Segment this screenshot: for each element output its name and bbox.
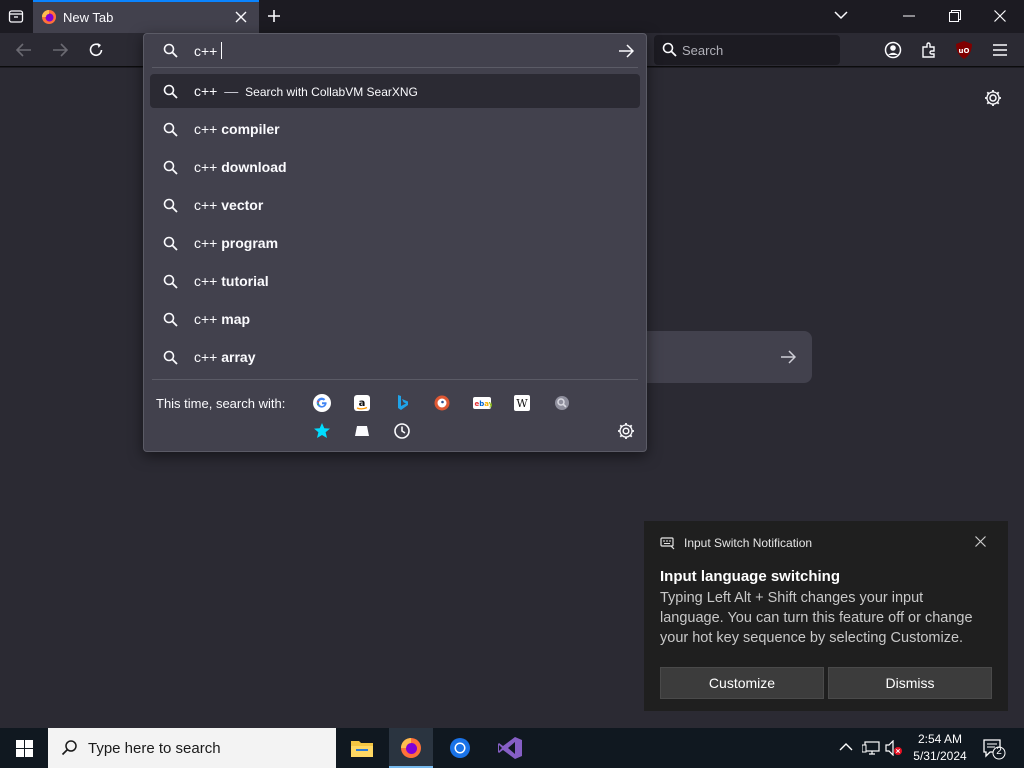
extensions-icon[interactable] [920, 41, 938, 59]
text-caret [221, 42, 222, 59]
search-icon [163, 198, 178, 213]
suggestion-label: c++ array [194, 349, 256, 365]
ebay-icon[interactable]: ebay [472, 393, 492, 413]
go-arrow-icon[interactable] [618, 44, 634, 58]
divider [152, 67, 638, 68]
notification-title: Input language switching [660, 568, 840, 585]
suggestion-item[interactable]: c++ download [150, 150, 640, 184]
chevron-down-icon[interactable] [834, 10, 848, 20]
search-bar[interactable]: Search [654, 35, 840, 65]
svg-text:W: W [516, 397, 528, 410]
urlbar-input-value[interactable]: c++ [194, 43, 217, 59]
suggestion-label: c++ program [194, 235, 279, 251]
menu-icon[interactable] [992, 43, 1008, 57]
suggestion-label: c++ download [194, 159, 287, 175]
suggestion-item[interactable]: c++ compiler [150, 112, 640, 146]
network-icon[interactable] [862, 740, 880, 756]
action-center-icon[interactable]: 2 [982, 738, 1006, 760]
customize-button[interactable]: Customize [660, 667, 824, 699]
svg-text:a: a [359, 398, 366, 409]
search-icon [163, 160, 178, 175]
taskbar-firefox[interactable] [389, 728, 433, 768]
bing-icon[interactable] [392, 393, 412, 413]
restore-icon[interactable] [949, 10, 961, 22]
search-icon [163, 84, 178, 99]
notification-body: Typing Left Alt + Shift changes your inp… [660, 590, 973, 646]
volume-muted-icon[interactable] [885, 740, 903, 756]
wikipedia-icon[interactable]: W [512, 393, 532, 413]
suggestion-item[interactable]: c++ map [150, 302, 640, 336]
input-switch-notification: Input Switch Notification Input language… [644, 521, 1008, 711]
back-icon[interactable] [16, 43, 32, 57]
taskbar-search-placeholder: Type here to search [88, 740, 221, 757]
tab-new-tab[interactable]: New Tab [33, 0, 259, 33]
notification-count-badge: 2 [996, 746, 1002, 757]
taskbar-search-box[interactable]: Type here to search [48, 728, 336, 768]
notification-header: Input Switch Notification [684, 536, 813, 550]
search-icon [163, 43, 178, 58]
close-window-icon[interactable] [994, 10, 1006, 22]
visual-studio-icon[interactable] [497, 736, 523, 760]
windows-taskbar: Type here to search 2:54 AM 5/31/2024 2 [0, 728, 1024, 768]
suggestion-item[interactable]: c++ array [150, 340, 640, 374]
keyboard-icon [660, 536, 676, 550]
searxng-icon[interactable] [552, 393, 572, 413]
minimize-icon[interactable] [903, 15, 915, 17]
suggestion-label: c++ tutorial [194, 273, 269, 289]
search-icon [163, 312, 178, 327]
svg-text:uO: uO [959, 47, 970, 55]
suggestion-item[interactable]: c++ tutorial [150, 264, 640, 298]
suggestion-item[interactable]: c++ program [150, 226, 640, 260]
file-explorer-icon[interactable] [350, 737, 374, 759]
search-settings-gear-icon[interactable] [617, 422, 635, 440]
tab-list-icon[interactable] [8, 8, 24, 24]
clock-time[interactable]: 2:54 AM [912, 732, 968, 746]
windows-start-icon[interactable] [16, 740, 33, 757]
divider [152, 379, 638, 380]
suggestion-label: c++ — Search with CollabVM SearXNG [194, 83, 418, 99]
chevron-up-icon[interactable] [839, 742, 853, 752]
tab-title: New Tab [63, 10, 114, 25]
suggestion-label: c++ compiler [194, 121, 280, 137]
forward-icon[interactable] [52, 43, 68, 57]
clock-date[interactable]: 5/31/2024 [908, 749, 972, 763]
close-icon[interactable] [975, 536, 986, 547]
svg-text:ebay: ebay [475, 400, 493, 408]
search-icon [163, 350, 178, 365]
ublock-icon[interactable]: uO [955, 40, 973, 60]
account-icon[interactable] [884, 41, 902, 59]
suggestion-label: c++ map [194, 311, 251, 327]
firefox-icon [41, 9, 57, 25]
one-off-search-label: This time, search with: [156, 396, 286, 411]
tabs-icon[interactable] [352, 421, 372, 441]
reload-icon[interactable] [88, 42, 104, 58]
suggestion-label: c++ vector [194, 197, 264, 213]
google-icon[interactable] [312, 393, 332, 413]
duckduckgo-icon[interactable] [432, 393, 452, 413]
urlbar-input[interactable]: c++ [144, 34, 646, 68]
suggestion-heuristic[interactable]: c++ — Search with CollabVM SearXNG [150, 74, 640, 108]
history-icon[interactable] [392, 421, 412, 441]
dismiss-button[interactable]: Dismiss [828, 667, 992, 699]
search-icon [163, 236, 178, 251]
gear-icon[interactable] [984, 89, 1002, 107]
chrome-icon[interactable] [449, 737, 471, 759]
amazon-icon[interactable]: a [352, 393, 372, 413]
search-bar-placeholder: Search [682, 43, 724, 58]
bookmarks-icon[interactable] [312, 421, 332, 441]
arrow-right-icon[interactable] [780, 350, 796, 364]
close-tab-icon[interactable] [235, 11, 247, 23]
search-icon [662, 42, 677, 57]
search-icon [163, 274, 178, 289]
new-tab-icon[interactable] [267, 9, 281, 23]
search-icon [61, 739, 78, 756]
firefox-icon [400, 737, 422, 759]
suggestion-item[interactable]: c++ vector [150, 188, 640, 222]
tab-bar: New Tab [0, 0, 1024, 33]
search-icon [163, 122, 178, 137]
urlbar-dropdown: c++ c++ — Search with CollabVM SearXNG c… [143, 33, 647, 452]
